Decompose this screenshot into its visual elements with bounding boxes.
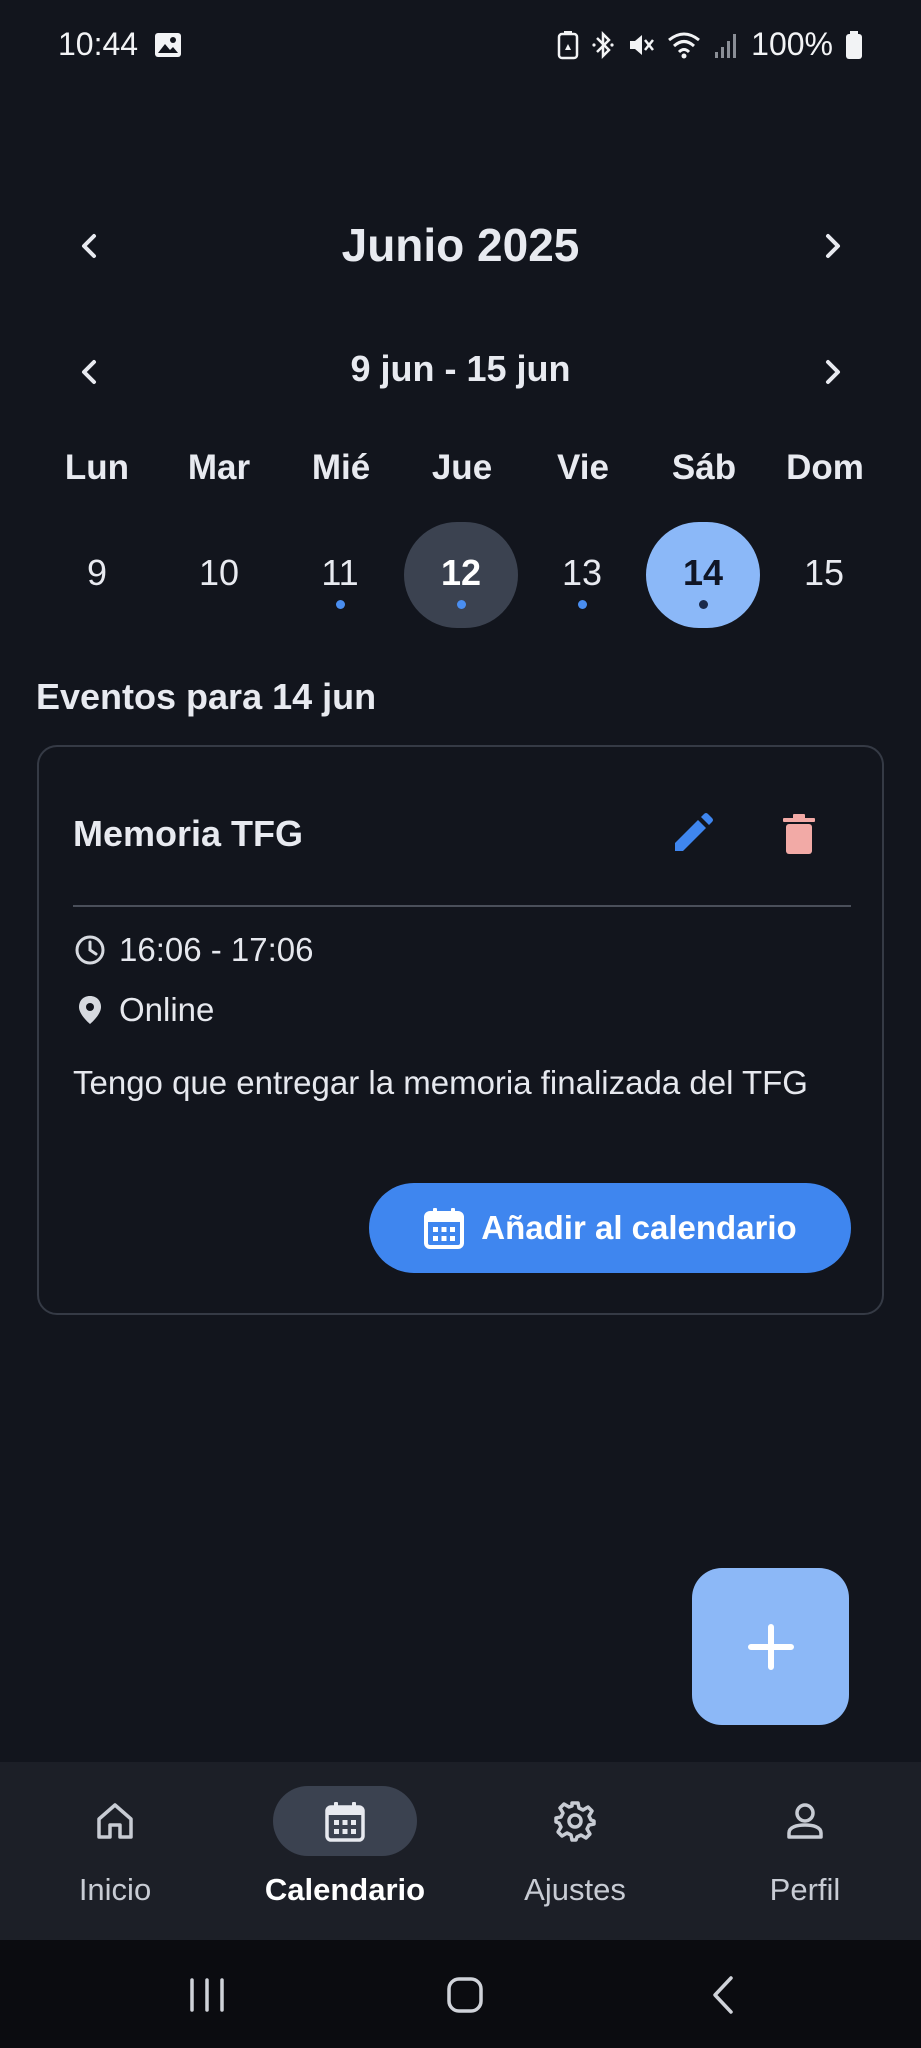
gear-icon <box>554 1801 596 1842</box>
date-number: 10 <box>198 552 240 593</box>
next-month-button[interactable] <box>810 224 854 268</box>
nav-icon-container <box>733 1786 877 1856</box>
status-icons: 100% <box>557 26 863 63</box>
back-icon[interactable] <box>700 1970 750 2020</box>
date-cell[interactable]: 15 <box>767 522 881 628</box>
date-cell[interactable]: 13 <box>525 522 639 628</box>
month-title: Junio 2025 <box>341 219 580 271</box>
date-cell[interactable]: 9 <box>40 522 154 628</box>
weekday-label: Dom <box>786 448 864 487</box>
edit-icon[interactable] <box>667 809 717 859</box>
clock-icon <box>75 935 105 965</box>
date-number: 11 <box>321 552 359 593</box>
next-week-button[interactable] <box>810 350 854 394</box>
image-icon <box>155 33 181 57</box>
event-description: Tengo que entregar la memoria finalizada… <box>73 1064 808 1101</box>
event-location-row: Online <box>73 991 214 1029</box>
status-time: 10:44 <box>58 26 139 62</box>
location-pin-icon <box>79 996 101 1024</box>
system-navigation-bar <box>0 1940 921 2048</box>
weekday-label: Sáb <box>671 448 737 487</box>
week-dates: 9 10 11 12 13 14 15 <box>0 522 921 628</box>
battery-percentage: 100% <box>751 26 833 62</box>
calendar-icon <box>325 1802 365 1842</box>
nav-item-calendario[interactable]: Calendario <box>230 1762 460 1940</box>
date-number: 12 <box>440 552 482 593</box>
nav-label: Calendario <box>264 1872 426 1907</box>
event-title: Memoria TFG <box>73 813 304 854</box>
event-location: Online <box>119 991 215 1028</box>
bottom-navigation: Inicio Calendario Ajustes Perfil <box>0 1762 921 1940</box>
week-navigation: 9 jun - 15 jun <box>0 342 921 402</box>
nav-icon-container <box>273 1786 417 1856</box>
nav-item-inicio[interactable]: Inicio <box>0 1762 230 1940</box>
home-button-icon[interactable] <box>440 1970 490 2020</box>
week-range: 9 jun - 15 jun <box>350 348 571 389</box>
add-to-calendar-label: Añadir al calendario <box>481 1209 797 1246</box>
nav-label: Perfil <box>769 1872 841 1907</box>
weekday-header: Lun Mar Mié Jue Vie Sáb Dom <box>0 448 921 498</box>
add-event-fab[interactable] <box>692 1568 849 1725</box>
weekday-label: Vie <box>557 448 609 487</box>
events-heading: Eventos para 14 jun <box>36 676 377 717</box>
status-bar: 10:44 100% <box>0 0 921 92</box>
home-icon <box>97 1803 133 1839</box>
date-cell[interactable]: 14 <box>646 522 760 628</box>
plus-icon <box>747 1623 794 1670</box>
event-indicator-dot <box>698 600 708 609</box>
bluetooth-icon <box>592 30 614 59</box>
nav-icon-container <box>503 1786 647 1856</box>
weekday-label: Lun <box>64 448 130 487</box>
battery-icon <box>846 30 862 59</box>
add-to-calendar-button[interactable]: Añadir al calendario <box>369 1183 851 1273</box>
nav-item-ajustes[interactable]: Ajustes <box>460 1762 690 1940</box>
nav-icon-container <box>43 1786 187 1856</box>
calendar-icon <box>424 1208 465 1249</box>
person-icon <box>787 1803 823 1839</box>
date-cell[interactable]: 10 <box>162 522 276 628</box>
event-indicator-dot <box>456 600 466 609</box>
date-number: 14 <box>682 552 724 593</box>
event-indicator-dot <box>335 600 345 609</box>
event-card[interactable]: Memoria TFG 16:06 - 17:06 Online Tengo q… <box>37 745 884 1315</box>
event-time: 16:06 - 17:06 <box>119 931 314 968</box>
month-navigation: Junio 2025 <box>0 210 921 280</box>
date-number: 9 <box>86 552 108 593</box>
recent-apps-icon[interactable] <box>182 1970 232 2020</box>
battery-saver-icon <box>557 30 579 59</box>
date-cell[interactable]: 12 <box>404 522 518 628</box>
date-number: 13 <box>561 552 603 593</box>
nav-label: Inicio <box>78 1872 152 1907</box>
wifi-icon <box>668 32 701 58</box>
event-time-row: 16:06 - 17:06 <box>73 931 314 969</box>
nav-label: Ajustes <box>524 1872 626 1907</box>
event-indicator-dot <box>577 600 587 609</box>
date-number: 15 <box>803 552 845 593</box>
trash-icon[interactable] <box>774 809 824 859</box>
date-cell[interactable]: 11 <box>283 522 397 628</box>
card-divider <box>73 905 851 907</box>
weekday-label: Mar <box>187 448 251 487</box>
mute-icon <box>630 34 655 55</box>
signal-icon <box>715 33 737 58</box>
weekday-label: Jue <box>431 448 493 487</box>
nav-item-perfil[interactable]: Perfil <box>690 1762 920 1940</box>
weekday-label: Mié <box>311 448 371 487</box>
